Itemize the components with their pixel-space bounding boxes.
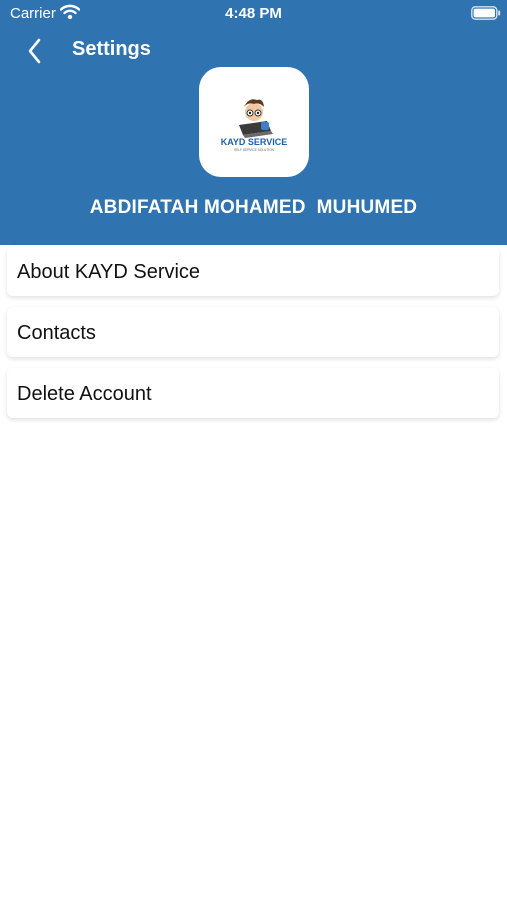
menu-item-label: Delete Account [17,383,152,405]
status-time: 4:48 PM [225,5,282,22]
back-button[interactable] [22,36,52,66]
header: Carrier 4:48 PM Settings KAYD SERVICE SE… [0,0,507,245]
menu-item-delete-account[interactable]: Delete Account [7,368,499,418]
menu-item-contacts[interactable]: Contacts [7,307,499,357]
status-bar: Carrier 4:48 PM [0,0,507,28]
battery-icon [471,6,501,20]
menu-item-about[interactable]: About KAYD Service [7,246,499,296]
nav-bar: Settings [0,30,507,70]
logo-text: KAYD SERVICE [221,137,288,147]
user-name: ABDIFATAH MOHAMED MUHUMED [89,197,418,218]
chevron-left-icon [28,38,41,64]
app-logo: KAYD SERVICE SELF SERVICE SOLUTION [199,67,309,177]
page-title: Settings [72,38,151,60]
menu-item-label: Contacts [17,322,96,344]
logo-subtext: SELF SERVICE SOLUTION [234,148,275,152]
logo-mascot-icon: KAYD SERVICE SELF SERVICE SOLUTION [221,99,288,152]
menu-item-label: About KAYD Service [17,261,201,283]
